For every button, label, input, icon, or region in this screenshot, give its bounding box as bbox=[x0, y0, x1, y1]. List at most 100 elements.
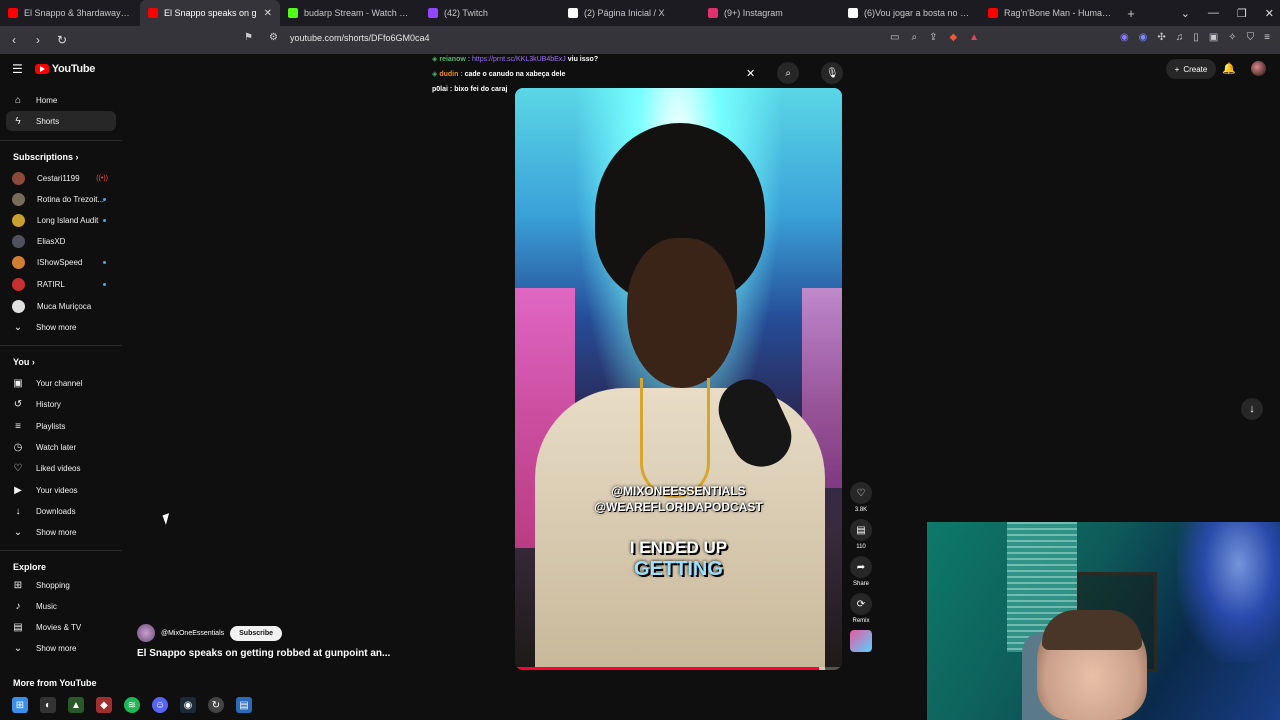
minimize-icon[interactable]: — bbox=[1208, 7, 1219, 19]
channel-avatar bbox=[12, 234, 25, 248]
sidebar-item-home[interactable]: ⌂ Home bbox=[6, 90, 116, 110]
search-icon[interactable]: ⌕ bbox=[777, 62, 800, 84]
sidebar-item-movies-tv[interactable]: ▤ Movies & TV bbox=[6, 617, 116, 637]
create-button[interactable]: + Create bbox=[1166, 59, 1216, 79]
browser-tab-active[interactable]: El Snappo speaks on g ✕ bbox=[140, 0, 280, 26]
sidebar-item-history[interactable]: ↺ History bbox=[6, 394, 116, 414]
url-field[interactable]: youtube.com/shorts/DFfo6GM0ca4 bbox=[290, 33, 430, 43]
sound-thumbnail[interactable] bbox=[848, 630, 874, 652]
site-info-icon[interactable]: ⚙ bbox=[269, 32, 278, 43]
notifications-bell-icon[interactable]: 🔔 bbox=[1222, 62, 1236, 75]
vpn-icon[interactable]: ⛉ bbox=[1247, 32, 1255, 43]
tab-list-icon[interactable]: ⌄ bbox=[1181, 7, 1190, 20]
show-more-label: Show more bbox=[36, 643, 77, 653]
windows-start-icon[interactable]: ⊞ bbox=[12, 697, 28, 713]
sidebar-item-your-channel[interactable]: ▣ Your channel bbox=[6, 373, 116, 393]
leo-icon[interactable]: ✧ bbox=[1228, 32, 1236, 43]
like-button[interactable]: ♡ 3.8K bbox=[848, 482, 874, 513]
puzzle-icon[interactable]: ✣ bbox=[1157, 32, 1165, 43]
show-more-you[interactable]: ⌄ Show more bbox=[6, 522, 116, 542]
channel-name[interactable]: @MixOneEssentials bbox=[161, 630, 224, 637]
taskbar-app-icon[interactable]: ↻ bbox=[208, 697, 224, 713]
you-heading[interactable]: You › bbox=[13, 357, 35, 367]
close-tab-icon[interactable]: ✕ bbox=[264, 8, 272, 19]
playlists-icon: ≡ bbox=[15, 420, 21, 432]
browser-tab[interactable]: (2) Página Inicial / X bbox=[560, 0, 700, 26]
maximize-icon[interactable]: ❐ bbox=[1237, 7, 1247, 20]
video-progress-bar[interactable] bbox=[515, 667, 842, 670]
taskbar-app-icon[interactable]: ▤ bbox=[236, 697, 252, 713]
microphone-icon[interactable]: 🎙 bbox=[821, 62, 844, 84]
clock-icon: ◷ bbox=[13, 441, 23, 453]
browser-tab[interactable]: (9+) Instagram bbox=[700, 0, 840, 26]
sidebar-item-playlists[interactable]: ≡ Playlists bbox=[6, 416, 116, 436]
bookmark-icon[interactable]: ⚑ bbox=[244, 32, 253, 43]
sidebar-item-subscription[interactable]: Muca Muriçoca bbox=[6, 296, 116, 316]
taskbar-app-icon[interactable]: ◐ bbox=[40, 697, 56, 713]
sidebar-item-subscription[interactable]: EliasXD bbox=[6, 231, 116, 251]
sidebar-item-label: Long Island Audit bbox=[37, 215, 99, 225]
sidebar-item-liked-videos[interactable]: ♡ Liked videos bbox=[6, 458, 116, 478]
video-progress-fill bbox=[515, 667, 820, 670]
brave-shield-icon[interactable]: ◆ bbox=[949, 32, 957, 43]
show-more-subscriptions[interactable]: ⌄ Show more bbox=[6, 317, 116, 337]
close-search-icon[interactable]: ✕ bbox=[746, 67, 755, 80]
cast-icon[interactable]: ▭ bbox=[890, 32, 899, 43]
youtube-logo[interactable]: YouTube bbox=[34, 63, 95, 75]
sidebar-item-subscription[interactable]: Long Island Audit bbox=[6, 210, 116, 230]
browser-tab[interactable]: budarp Stream - Watch Live o bbox=[280, 0, 420, 26]
tab-title: (9+) Instagram bbox=[724, 8, 783, 18]
short-title[interactable]: El Snappo speaks on getting robbed at gu… bbox=[137, 648, 390, 659]
taskbar-app-icon[interactable]: ▲ bbox=[68, 697, 84, 713]
zoom-icon[interactable]: ⌕ bbox=[911, 32, 917, 43]
close-window-icon[interactable]: ✕ bbox=[1265, 7, 1274, 20]
comment-button[interactable]: ▤ 110 bbox=[848, 519, 874, 550]
extension-icon[interactable]: ◉ bbox=[1120, 32, 1129, 43]
wallet-icon[interactable]: ▣ bbox=[1209, 32, 1218, 43]
steam-icon[interactable]: ◉ bbox=[180, 697, 196, 713]
sidebar-item-watch-later[interactable]: ◷ Watch later bbox=[6, 437, 116, 457]
extension-icon[interactable]: ◉ bbox=[1139, 32, 1148, 43]
sidebar-item-subscription[interactable]: RATIRL bbox=[6, 274, 116, 294]
sidebar-item-your-videos[interactable]: ▶ Your videos bbox=[6, 480, 116, 500]
next-short-button[interactable]: ↓ bbox=[1241, 398, 1263, 420]
remix-icon: ⟳ bbox=[850, 593, 872, 615]
reload-icon[interactable]: ↻ bbox=[52, 33, 72, 47]
channel-avatar[interactable] bbox=[137, 624, 155, 642]
subscribe-button[interactable]: Subscribe bbox=[230, 625, 282, 641]
taskbar-app-icon[interactable]: ◆ bbox=[96, 697, 112, 713]
sidebar-item-downloads[interactable]: ↓ Downloads bbox=[6, 501, 116, 521]
show-more-explore[interactable]: ⌄ Show more bbox=[6, 638, 116, 658]
chat-link[interactable]: https://prnt.sc/KKL3kUB4bExJ bbox=[472, 56, 566, 63]
sidebar-item-subscription[interactable]: IShowSpeed bbox=[6, 252, 116, 272]
new-content-dot bbox=[103, 260, 106, 264]
sidebar-item-shopping[interactable]: ⊞ Shopping bbox=[6, 575, 116, 595]
music-icon[interactable]: ♫ bbox=[1176, 32, 1184, 43]
sidebar-item-subscription[interactable]: Cestari1199 ((•)) bbox=[6, 168, 116, 188]
youtube-favicon-icon bbox=[988, 8, 998, 18]
hamburger-menu-icon[interactable]: ☰ bbox=[12, 62, 23, 76]
remix-button[interactable]: ⟳ Remix bbox=[848, 593, 874, 624]
short-video-player[interactable]: @MIXONEESSENTIALS @WEAREFLORIDAPODCAST I… bbox=[515, 88, 842, 670]
browser-tab[interactable]: (42) Twitch bbox=[420, 0, 560, 26]
sidebar-item-music[interactable]: ♪ Music bbox=[6, 596, 116, 616]
sidebar-item-shorts[interactable]: ϟ Shorts bbox=[6, 111, 116, 131]
tab-title: (2) Página Inicial / X bbox=[584, 8, 665, 18]
forward-icon[interactable]: › bbox=[28, 33, 48, 47]
webcam-person-hair bbox=[1042, 610, 1142, 650]
back-icon[interactable]: ‹ bbox=[4, 33, 24, 47]
share-button[interactable]: ➦ Share bbox=[848, 556, 874, 587]
subscriptions-heading[interactable]: Subscriptions › bbox=[13, 152, 79, 162]
browser-tab[interactable]: El Snappo & 3hardaway - Big bbox=[0, 0, 140, 26]
browser-tab[interactable]: (6)Vou jogar a bosta no venti bbox=[840, 0, 980, 26]
browser-tab[interactable]: Rag'n'Bone Man - Human (Off bbox=[980, 0, 1120, 26]
account-avatar[interactable] bbox=[1251, 61, 1266, 76]
spotify-icon[interactable]: ≋ bbox=[124, 697, 140, 713]
brave-rewards-icon[interactable]: ▲ bbox=[969, 32, 979, 43]
discord-icon[interactable]: ☺ bbox=[152, 697, 168, 713]
sidebar-icon[interactable]: ▯ bbox=[1193, 32, 1199, 43]
menu-icon[interactable]: ≡ bbox=[1264, 32, 1270, 43]
sidebar-item-subscription[interactable]: Rotina do Trezoit... bbox=[6, 189, 116, 209]
share-icon[interactable]: ⇪ bbox=[929, 32, 937, 43]
new-tab-button[interactable]: + bbox=[1120, 6, 1142, 21]
